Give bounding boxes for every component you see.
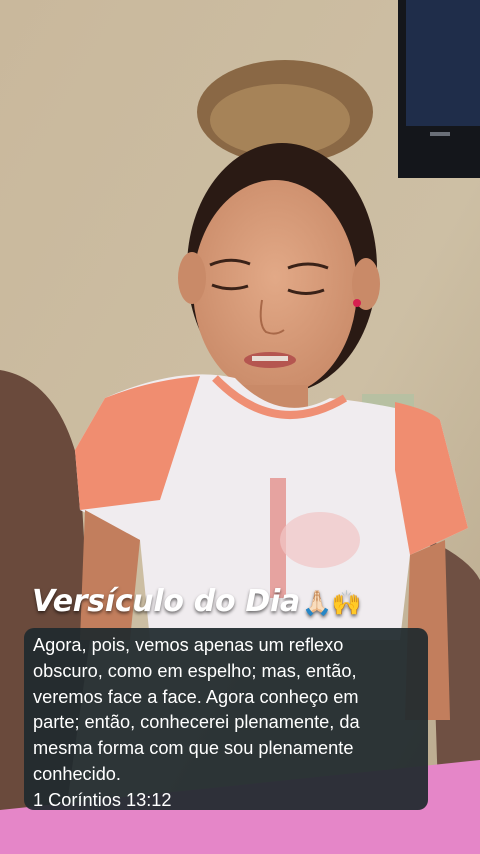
verse-line: obscuro, como em espelho; mas, então, [33,660,357,681]
verse-reference: 1 Coríntios 13:12 [33,789,172,810]
verse-line: parte; então, conhecerei plenamente, da [33,712,360,733]
verse-line: conhecido. [33,763,121,784]
verse-box: Agora, pois, vemos apenas um reflexo obs… [24,628,428,810]
verse-of-the-day-title: Versículo do Dia🙏🏻🙌 [32,584,472,619]
praying-hands-icon: 🙏🏻🙌 [301,589,362,617]
title-text: Versículo do Dia [32,584,300,619]
verse-line: Agora, pois, vemos apenas um reflexo [33,635,344,655]
tv-screen [398,0,480,178]
verse-line: veremos face a face. Agora conheço em [33,686,359,707]
verse-line: mesma forma com que sou plenamente [33,738,354,759]
